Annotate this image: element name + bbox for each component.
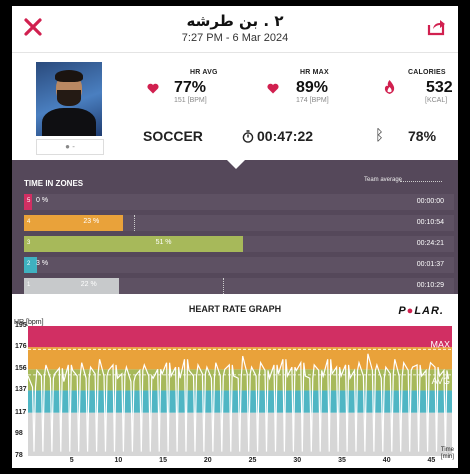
session-summary: ● - HR AVG 77% 151 [BPM] HR MAX 89% 174 …	[12, 53, 458, 160]
avatar	[36, 62, 102, 136]
polar-logo: P●LAR.	[398, 305, 444, 317]
team-average-marker	[134, 215, 135, 231]
session-duration: 00:47:22	[257, 128, 314, 144]
zone-percent: 23 %	[83, 218, 100, 225]
zone-time: 00:01:37	[416, 261, 444, 268]
hr-avg-value: 77%	[174, 79, 207, 96]
y-tick-label: 98	[15, 429, 23, 437]
zone-percent: 3 %	[36, 260, 49, 267]
sport-name: SOCCER	[143, 128, 203, 144]
flame-icon	[384, 80, 395, 94]
hr-max-label: HR MAX	[300, 69, 329, 76]
zone-bar	[24, 278, 119, 294]
zone-time: 00:00:00	[416, 198, 444, 205]
panel-pointer	[226, 159, 246, 169]
x-tick-label: 30	[293, 457, 302, 464]
zone-time: 00:10:29	[416, 282, 444, 289]
hr-avg-label: HR AVG	[190, 69, 218, 76]
player-name: ● -	[36, 139, 104, 155]
y-tick-label: 117	[15, 408, 27, 416]
battery-percent: 78%	[408, 128, 437, 144]
calories-unit: [KCAL]	[425, 97, 448, 104]
zone-percent: 22 %	[80, 281, 97, 288]
avg-label: AVG	[432, 376, 450, 386]
zone-row: 5 0 % 00:00:00	[24, 194, 454, 210]
zones-title: TIME IN ZONES	[24, 179, 84, 188]
team-average-line	[400, 181, 442, 182]
zone-band	[28, 326, 452, 348]
zone-bar	[24, 236, 244, 252]
zone-time: 00:24:21	[416, 240, 444, 247]
team-average-legend: Team average	[364, 177, 403, 183]
y-tick-label: 137	[15, 386, 27, 394]
y-tick-label: 156	[15, 365, 27, 373]
session-datetime: 7:27 PM - 6 Mar 2024	[181, 32, 289, 44]
calories-value: 532	[426, 79, 453, 96]
zone-percent: 0 %	[36, 197, 49, 204]
x-tick-label: 40	[382, 457, 391, 464]
x-tick-label: 25	[248, 457, 257, 464]
y-tick-label: 195	[15, 322, 27, 329]
x-tick-label: 15	[159, 457, 167, 464]
time-in-zones-panel: TIME IN ZONES Team average 5 0 % 00:00:00 4…	[12, 159, 458, 294]
y-tick-label: 176	[15, 343, 27, 351]
stopwatch-icon	[242, 130, 254, 143]
zone-bar	[24, 215, 123, 231]
hr-plot: MAX AVG	[28, 326, 452, 456]
hr-max-value: 89%	[296, 79, 329, 96]
x-tick-label: 5	[69, 457, 74, 464]
heart-icon	[147, 83, 159, 94]
zone-time: 00:10:54	[416, 219, 444, 226]
x-axis-label: Time [min]	[440, 447, 454, 460]
team-average-marker	[223, 278, 224, 294]
header: ٢ . بن طرشه 7:27 PM - 6 Mar 2024	[12, 6, 458, 53]
zone-row: 3 51 % 00:24:21	[24, 236, 454, 252]
max-label: MAX	[430, 339, 450, 349]
zone-number: 3	[27, 240, 31, 246]
x-tick-label: 45	[427, 457, 436, 464]
zone-number: 5	[27, 198, 31, 204]
zone-row: 2 3 % 00:01:37	[24, 257, 454, 273]
page-title: ٢ . بن طرشه	[186, 12, 284, 30]
zone-number: 1	[27, 282, 31, 288]
zone-row: 1 22 % 00:10:29	[24, 278, 454, 294]
bluetooth-icon: ᛒ	[375, 127, 385, 144]
zone-row: 4 23 % 00:10:54	[24, 215, 454, 231]
zone-number: 4	[27, 219, 31, 225]
y-tick-label: 78	[15, 452, 23, 459]
zone-number: 2	[27, 261, 31, 267]
heart-icon	[267, 83, 279, 94]
app-frame: ٢ . بن طرشه 7:27 PM - 6 Mar 2024 ● - HR …	[12, 6, 458, 468]
calories-label: CALORIES	[408, 69, 446, 76]
zone-percent: 51 %	[155, 239, 172, 246]
graph-title: HEART RATE GRAPH	[188, 304, 282, 314]
zone-band	[28, 369, 452, 391]
x-tick-label: 35	[338, 457, 346, 464]
x-tick-label: 10	[114, 457, 123, 464]
share-icon[interactable]	[426, 17, 446, 37]
zone-band	[28, 347, 452, 370]
hr-max-bpm: 174 [BPM]	[296, 97, 329, 104]
zone-bar	[24, 257, 37, 273]
hr-avg-bpm: 151 [BPM]	[174, 97, 207, 104]
heart-rate-graph: HEART RATE GRAPH P●LAR. HR [bpm] 78 98 117…	[12, 296, 458, 468]
x-tick-label: 20	[203, 457, 212, 464]
